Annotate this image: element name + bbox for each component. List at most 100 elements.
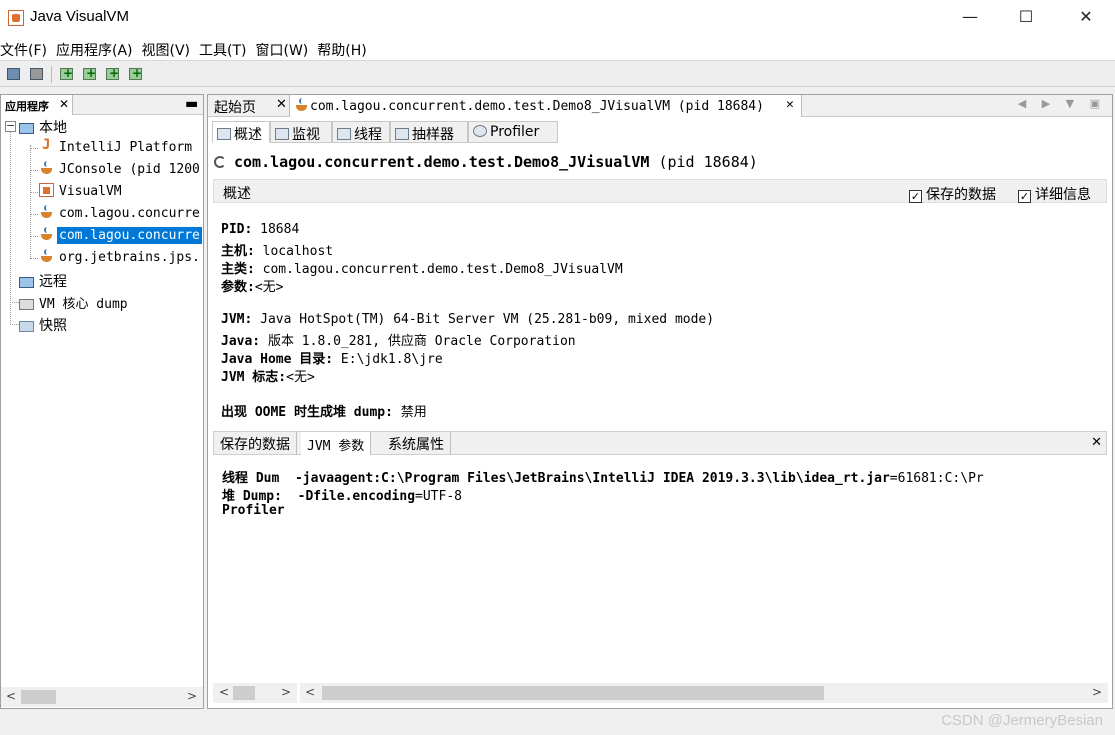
host-row: 主机: localhost bbox=[221, 240, 333, 259]
title-bar: Java VisualVM — ☐ ✕ bbox=[0, 0, 1115, 36]
args-text: 线程 Dum bbox=[222, 471, 280, 486]
tree-node-visualvm[interactable]: VisualVM bbox=[39, 183, 124, 203]
args-line-1: 线程 Dum -javaagent:C:\Program Files\JetBr… bbox=[222, 467, 984, 486]
java-cup-icon bbox=[294, 98, 307, 112]
java-cup-icon bbox=[39, 205, 54, 219]
tab-overview[interactable]: 概述 bbox=[212, 121, 270, 143]
disk-icon bbox=[30, 68, 43, 80]
scroll-left-arrow-icon[interactable]: < bbox=[305, 685, 315, 699]
scroll-left-arrow-icon[interactable]: < bbox=[6, 689, 16, 703]
details-close-icon[interactable]: ✕ bbox=[1091, 435, 1102, 450]
tree-connector bbox=[10, 324, 19, 325]
add-core-dump-button[interactable] bbox=[104, 65, 122, 83]
tree-horizontal-scrollbar[interactable]: < > bbox=[1, 687, 203, 707]
args-line-2: 堆 Dump: -Dfile.encoding=UTF-8 bbox=[222, 485, 462, 504]
info-label: 主类: bbox=[221, 262, 255, 277]
args-label-scrollbar[interactable]: < > bbox=[213, 683, 297, 703]
tree-connector bbox=[30, 145, 31, 259]
checkbox-checked-icon: ✓ bbox=[909, 190, 922, 203]
tree-connector bbox=[10, 129, 11, 325]
maximize-button[interactable]: ☐ bbox=[1006, 4, 1046, 30]
menu-view[interactable]: 视图(V) bbox=[142, 36, 191, 60]
tab-threads[interactable]: 线程 bbox=[332, 121, 390, 143]
scrollbar-thumb[interactable] bbox=[233, 686, 255, 700]
scroll-right-arrow-icon[interactable]: > bbox=[187, 689, 197, 703]
menu-bar: 文件(F) 应用程序(A) 视图(V) 工具(T) 窗口(W) 帮助(H) bbox=[0, 36, 1115, 60]
tree-node-local[interactable]: 本地 bbox=[19, 117, 69, 137]
tab-close-icon[interactable]: ✕ bbox=[276, 97, 287, 112]
tab-monitor[interactable]: 监视 bbox=[270, 121, 332, 143]
minimize-button[interactable]: — bbox=[950, 4, 990, 30]
args-text: Profiler bbox=[222, 503, 285, 518]
tab-close-icon[interactable]: ✕ bbox=[786, 97, 794, 112]
overview-icon bbox=[217, 128, 231, 140]
sub-tab-label: Profiler bbox=[490, 124, 540, 140]
tree-node-jconsole[interactable]: JConsole (pid 1200 bbox=[39, 161, 202, 181]
tree-connector bbox=[30, 170, 38, 171]
checkbox-label: 保存的数据 bbox=[926, 187, 996, 203]
tree-node-label: com.lagou.concurre bbox=[57, 227, 202, 244]
info-value: 禁用 bbox=[400, 405, 427, 420]
args-text: =61681:C:\Pr bbox=[889, 471, 984, 486]
tab-sampler[interactable]: 抽样器 bbox=[390, 121, 468, 143]
tree-node-app-1[interactable]: com.lagou.concurre bbox=[39, 205, 202, 225]
tree-node-label: com.lagou.concurre bbox=[59, 206, 200, 221]
tree-connector bbox=[10, 302, 19, 303]
visualvm-icon bbox=[39, 183, 54, 197]
local-collapse-toggle[interactable]: − bbox=[5, 120, 16, 132]
load-snapshot-button[interactable] bbox=[5, 65, 23, 83]
menu-help[interactable]: 帮助(H) bbox=[317, 36, 366, 60]
scrollbar-thumb[interactable] bbox=[322, 686, 824, 700]
menu-applications[interactable]: 应用程序(A) bbox=[56, 36, 133, 60]
tree-connector bbox=[30, 148, 38, 149]
tree-node-label: IntelliJ Platform bbox=[59, 140, 193, 155]
scroll-right-arrow-icon[interactable]: > bbox=[1092, 685, 1102, 699]
applications-tab-close-icon[interactable]: ✕ bbox=[59, 97, 69, 111]
tree-node-core-dump[interactable]: VM 核心 dump bbox=[19, 293, 130, 313]
info-value: Java HotSpot(TM) 64-Bit Server VM (25.28… bbox=[260, 312, 715, 327]
document-tabs: 起始页 ✕ com.lagou.concurrent.demo.test.Dem… bbox=[208, 95, 1112, 117]
tree-node-app-2-selected[interactable]: com.lagou.concurre bbox=[39, 227, 202, 247]
snapshot-icon bbox=[19, 321, 34, 332]
tree-node-jps[interactable]: org.jetbrains.jps. bbox=[39, 249, 202, 269]
add-remote-host-button[interactable] bbox=[81, 65, 99, 83]
tab-jvm-arguments[interactable]: JVM 参数 bbox=[301, 432, 372, 455]
tab-profiler[interactable]: Profiler bbox=[468, 121, 558, 143]
menu-file[interactable]: 文件(F) bbox=[0, 36, 47, 60]
applications-panel: 应用程序 ✕ ▬ − 本地 IntelliJ Platform JConsole… bbox=[0, 94, 204, 709]
menu-window[interactable]: 窗口(W) bbox=[256, 36, 309, 60]
tree-node-remote[interactable]: 远程 bbox=[19, 271, 69, 291]
applications-tab[interactable]: 应用程序 ✕ bbox=[1, 95, 73, 115]
tab-system-properties[interactable]: 系统属性 bbox=[382, 432, 451, 455]
oome-heap-dump-row: 出现 OOME 时生成堆 dump: 禁用 bbox=[221, 401, 427, 420]
tree-node-snapshots[interactable]: 快照 bbox=[19, 315, 69, 335]
menu-tools[interactable]: 工具(T) bbox=[199, 36, 246, 60]
scroll-left-arrow-icon[interactable]: < bbox=[219, 685, 229, 699]
scrollbar-thumb[interactable] bbox=[21, 690, 56, 704]
tree-node-label: 远程 bbox=[39, 274, 67, 290]
args-text: -javaagent:C:\Program Files\JetBrains\In… bbox=[294, 471, 890, 486]
saved-data-checkbox[interactable]: ✓ 保存的数据 bbox=[909, 184, 996, 204]
panel-minimize-icon[interactable]: ▬ bbox=[185, 96, 198, 112]
java-row: Java: 版本 1.8.0_281, 供应商 Oracle Corporati… bbox=[221, 330, 576, 349]
tab-start-page[interactable]: 起始页 ✕ bbox=[208, 95, 290, 117]
scroll-right-arrow-icon[interactable]: > bbox=[281, 685, 291, 699]
tree-node-intellij[interactable]: IntelliJ Platform bbox=[39, 137, 194, 159]
tab-navigation-icons[interactable]: ◀ ▶ ▼ ▣ bbox=[1018, 97, 1106, 110]
tab-application[interactable]: com.lagou.concurrent.demo.test.Demo8_JVi… bbox=[290, 95, 802, 117]
jvm-flags-row: JVM 标志:<无> bbox=[221, 366, 315, 385]
args-line-3: Profiler bbox=[222, 503, 285, 518]
info-label: 出现 OOME 时生成堆 dump: bbox=[221, 405, 393, 420]
tab-saved-data[interactable]: 保存的数据 bbox=[214, 432, 297, 455]
add-jmx-connection-button[interactable] bbox=[58, 65, 76, 83]
core-dump-icon bbox=[19, 299, 34, 310]
jvm-row: JVM: Java HotSpot(TM) 64-Bit Server VM (… bbox=[221, 312, 714, 327]
info-label: 参数: bbox=[221, 280, 255, 295]
args-value-scrollbar[interactable]: < > bbox=[300, 683, 1108, 703]
monitor-icon bbox=[275, 128, 289, 140]
add-snapshot-button[interactable] bbox=[127, 65, 145, 83]
details-checkbox[interactable]: ✓ 详细信息 bbox=[1018, 184, 1091, 204]
tree-node-label: JConsole (pid 1200 bbox=[59, 162, 200, 177]
close-button[interactable]: ✕ bbox=[1066, 4, 1106, 30]
save-button[interactable] bbox=[28, 65, 46, 83]
